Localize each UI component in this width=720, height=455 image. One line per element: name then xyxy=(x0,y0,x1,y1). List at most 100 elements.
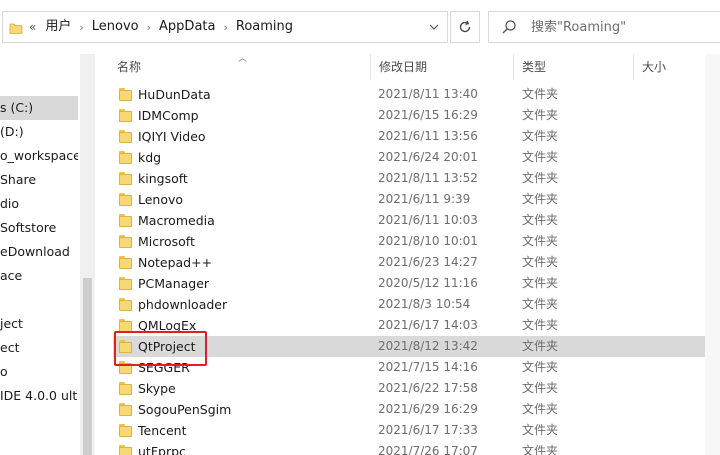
file-date: 2021/6/17 14:03 xyxy=(378,318,478,332)
file-date: 2021/6/24 20:01 xyxy=(378,150,478,164)
file-list: HuDunData 2021/8/11 13:40 文件夹 IDMComp 2021/6… xyxy=(95,84,720,455)
file-date: 2021/6/15 16:29 xyxy=(378,108,478,122)
table-row[interactable]: PCManager 2020/5/12 11:16 文件夹 xyxy=(113,273,713,294)
address-dropdown-icon[interactable] xyxy=(420,11,448,43)
table-row[interactable]: IDMComp 2021/6/15 16:29 文件夹 xyxy=(113,105,713,126)
refresh-button[interactable] xyxy=(450,11,480,43)
file-name: IDMComp xyxy=(138,108,199,123)
table-row[interactable]: Tencent 2021/6/17 17:33 文件夹 xyxy=(113,420,713,441)
nav-item[interactable]: eDownload xyxy=(0,240,78,264)
chevron-right-icon[interactable]: › xyxy=(75,21,87,34)
table-row[interactable]: Microsoft 2021/8/10 10:01 文件夹 xyxy=(113,231,713,252)
overflow-chevron-icon[interactable]: « xyxy=(29,20,36,34)
file-name: Notepad++ xyxy=(138,255,213,270)
table-row[interactable]: Lenovo 2021/6/11 9:39 文件夹 xyxy=(113,189,713,210)
file-date: 2021/6/11 9:39 xyxy=(378,192,471,206)
nav-scrollbar-thumb[interactable] xyxy=(83,278,92,455)
column-header-type[interactable]: 类型 xyxy=(514,54,634,80)
table-row[interactable]: HuDunData 2021/8/11 13:40 文件夹 xyxy=(113,84,713,105)
column-header-modified[interactable]: 修改日期 xyxy=(371,54,514,80)
nav-item[interactable]: o xyxy=(0,360,78,384)
file-date: 2020/5/12 11:16 xyxy=(378,276,478,290)
nav-item[interactable]: o_workspace xyxy=(0,144,78,168)
breadcrumb-roaming[interactable]: Roaming xyxy=(232,16,297,38)
file-name: kingsoft xyxy=(138,171,188,186)
file-name: kdg xyxy=(138,150,162,165)
file-name: phdownloader xyxy=(138,297,228,312)
folder-icon xyxy=(119,172,132,185)
column-header-name[interactable]: 名称 xyxy=(109,54,371,80)
file-name: Macromedia xyxy=(138,213,215,228)
folder-icon xyxy=(119,319,132,332)
file-name: Lenovo xyxy=(138,192,184,207)
file-date: 2021/6/11 10:03 xyxy=(378,213,478,227)
chevron-right-icon[interactable]: › xyxy=(219,21,231,34)
file-type: 文件夹 xyxy=(522,108,559,122)
table-row[interactable]: QtProject 2021/8/12 13:42 文件夹 xyxy=(113,336,713,357)
file-name: IQIYI Video xyxy=(138,129,206,144)
nav-item[interactable]: (D:) xyxy=(0,120,78,144)
file-date: 2021/6/17 17:33 xyxy=(378,423,478,437)
file-type: 文件夹 xyxy=(522,360,559,374)
breadcrumb-lenovo[interactable]: Lenovo xyxy=(88,16,143,38)
file-date: 2021/6/29 16:29 xyxy=(378,402,478,416)
file-type: 文件夹 xyxy=(522,381,559,395)
file-type: 文件夹 xyxy=(522,339,559,353)
table-row[interactable]: IQIYI Video 2021/6/11 13:56 文件夹 xyxy=(113,126,713,147)
breadcrumb-users[interactable]: 用户 xyxy=(41,16,75,38)
address-bar[interactable]: « 用户 › Lenovo › AppData › Roaming xyxy=(2,11,448,43)
file-name: QMLogEx xyxy=(138,318,197,333)
chevron-right-icon[interactable]: › xyxy=(143,21,155,34)
folder-icon xyxy=(119,130,132,143)
column-header-row: ︿ 名称 修改日期 类型 大小 xyxy=(95,54,720,80)
table-row[interactable]: kingsoft 2021/8/11 13:52 文件夹 xyxy=(113,168,713,189)
nav-item[interactable]: ect xyxy=(0,336,78,360)
address-toolbar: « 用户 › Lenovo › AppData › Roaming xyxy=(0,0,720,54)
nav-item[interactable]: dio xyxy=(0,192,78,216)
nav-item[interactable]: ace xyxy=(0,264,78,288)
file-date: 2021/8/11 13:40 xyxy=(378,87,478,101)
file-name: Microsoft xyxy=(138,234,195,249)
file-type: 文件夹 xyxy=(522,255,559,269)
nav-item[interactable]: ject xyxy=(0,312,78,336)
table-row[interactable]: utFprpc 2021/7/26 17:07 文件夹 xyxy=(113,441,713,455)
folder-icon xyxy=(119,109,132,122)
table-row[interactable]: Skype 2021/6/22 17:58 文件夹 xyxy=(113,378,713,399)
table-row[interactable]: SEGGER 2021/7/15 14:16 文件夹 xyxy=(113,357,713,378)
folder-icon xyxy=(119,256,132,269)
file-type: 文件夹 xyxy=(522,213,559,227)
file-type: 文件夹 xyxy=(522,234,559,248)
file-name: SEGGER xyxy=(138,360,190,375)
table-row[interactable]: SogouPenSgim 2021/6/29 16:29 文件夹 xyxy=(113,399,713,420)
folder-icon xyxy=(119,193,132,206)
table-row[interactable]: phdownloader 2021/8/3 10:54 文件夹 xyxy=(113,294,713,315)
nav-item[interactable]: s (C:) xyxy=(0,96,78,120)
file-name: HuDunData xyxy=(138,87,211,102)
file-date: 2021/8/11 13:52 xyxy=(378,171,478,185)
search-icon xyxy=(501,19,517,35)
file-name: PCManager xyxy=(138,276,210,291)
nav-scrollbar[interactable] xyxy=(80,54,95,455)
nav-item[interactable]: Softstore xyxy=(0,216,78,240)
folder-icon xyxy=(119,382,132,395)
search-input[interactable] xyxy=(531,19,711,35)
file-list-scrollbar[interactable] xyxy=(705,54,720,455)
breadcrumb-appdata[interactable]: AppData xyxy=(155,16,219,38)
folder-icon xyxy=(119,361,132,374)
table-row[interactable]: Macromedia 2021/6/11 10:03 文件夹 xyxy=(113,210,713,231)
file-type: 文件夹 xyxy=(522,276,559,290)
table-row[interactable]: kdg 2021/6/24 20:01 文件夹 xyxy=(113,147,713,168)
nav-item[interactable]: IDE 4.0.0 ulti xyxy=(0,384,78,408)
file-date: 2021/8/12 13:42 xyxy=(378,339,478,353)
folder-icon xyxy=(119,88,132,101)
refresh-icon xyxy=(459,20,471,33)
file-type: 文件夹 xyxy=(522,87,559,101)
table-row[interactable]: Notepad++ 2021/6/23 14:27 文件夹 xyxy=(113,252,713,273)
file-date: 2021/6/23 14:27 xyxy=(378,255,478,269)
column-header-size[interactable]: 大小 xyxy=(634,54,714,80)
search-box[interactable] xyxy=(488,11,720,43)
nav-item[interactable]: Share xyxy=(0,168,78,192)
file-date: 2021/6/11 13:56 xyxy=(378,129,478,143)
table-row[interactable]: QMLogEx 2021/6/17 14:03 文件夹 xyxy=(113,315,713,336)
file-date: 2021/6/22 17:58 xyxy=(378,381,478,395)
